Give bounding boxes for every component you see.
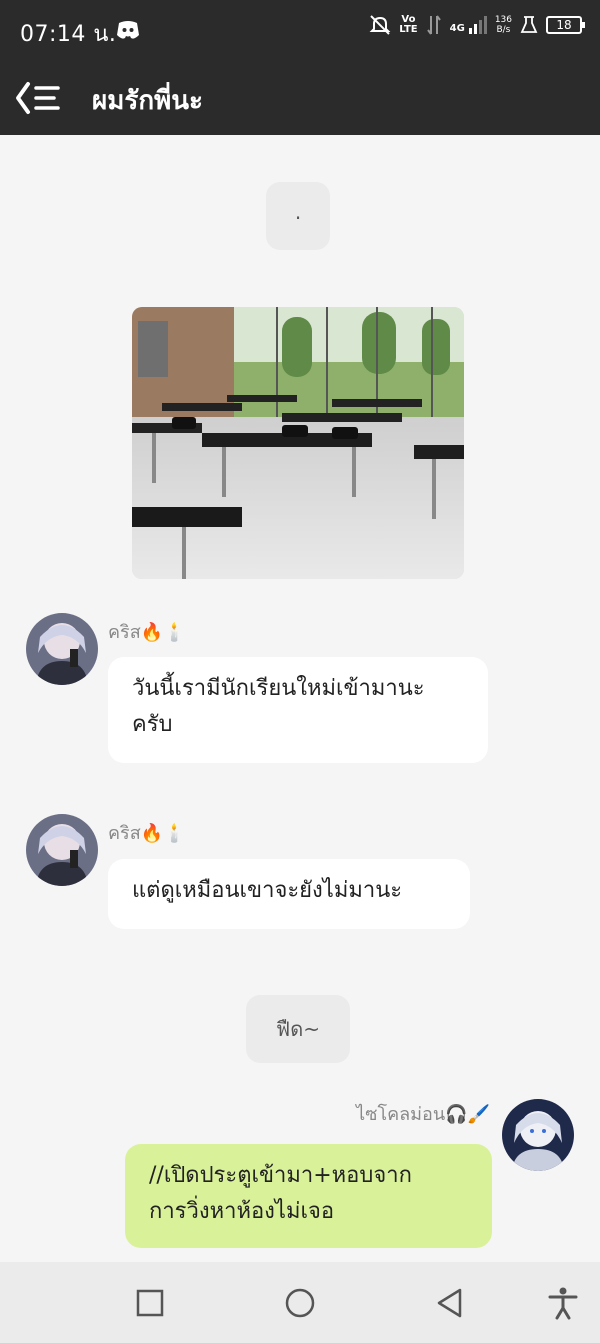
avatar-image	[502, 1099, 574, 1171]
mute-notification-icon	[369, 15, 391, 35]
chat-title: ผมรักพี่นะ	[92, 86, 203, 116]
accessibility-icon[interactable]	[546, 1286, 580, 1320]
message-bubble[interactable]: //เปิดประตูเข้ามา+หอบจาก การวิ่งหาห้องไม…	[125, 1144, 492, 1248]
avatar-image	[26, 613, 98, 685]
system-nav-bar	[0, 1262, 600, 1343]
discord-icon	[117, 21, 139, 39]
message-bubble[interactable]: แต่ดูเหมือนเขาจะยังไม่มานะ	[108, 859, 470, 929]
avatar-chris[interactable]	[26, 814, 98, 886]
classroom-image	[132, 307, 464, 579]
system-message: .	[266, 182, 330, 250]
back-button[interactable]	[14, 78, 62, 118]
battery-indicator: 18	[546, 16, 585, 34]
recent-apps-button[interactable]	[133, 1286, 167, 1320]
back-nav-button[interactable]	[433, 1286, 467, 1320]
message-text: วันนี้เรามีนักเรียนใหม่เข้ามานะ	[132, 676, 425, 701]
avatar-image	[26, 814, 98, 886]
signal-strength: 4G	[450, 16, 487, 34]
sender-name: ไซโคลม่อน🎧🖌️	[356, 1104, 490, 1125]
sender-name: คริส🔥🕯️	[108, 622, 186, 643]
home-button[interactable]	[283, 1286, 317, 1320]
chat-area[interactable]: . คริส🔥🕯️ วันนี้เรามีนักเรียนใหม่เข้ามาน…	[0, 135, 600, 1262]
status-bar: 07:14 น. Vo LTE 4G 136 B/s 18	[0, 0, 600, 62]
data-transfer-icon	[426, 15, 441, 35]
avatar-chris[interactable]	[26, 613, 98, 685]
message-text: //เปิดประตูเข้ามา+หอบจาก	[149, 1163, 412, 1188]
message-text: ครับ	[132, 712, 173, 737]
chat-header: ผมรักพี่นะ	[0, 62, 600, 135]
volte-indicator: Vo LTE	[399, 14, 418, 35]
avatar-cyclomon[interactable]	[502, 1099, 574, 1171]
flask-icon	[520, 16, 538, 33]
sender-name: คริส🔥🕯️	[108, 823, 186, 844]
classroom-photo[interactable]	[132, 307, 464, 579]
message-text: แต่ดูเหมือนเขาจะยังไม่มานะ	[132, 878, 403, 903]
message-text: การวิ่งหาห้องไม่เจอ	[149, 1199, 335, 1224]
message-bubble[interactable]: วันนี้เรามีนักเรียนใหม่เข้ามานะ ครับ	[108, 657, 488, 763]
status-time: 07:14 น.	[20, 22, 117, 47]
network-speed: 136 B/s	[494, 15, 512, 35]
system-message: ฟืด~	[246, 995, 350, 1063]
